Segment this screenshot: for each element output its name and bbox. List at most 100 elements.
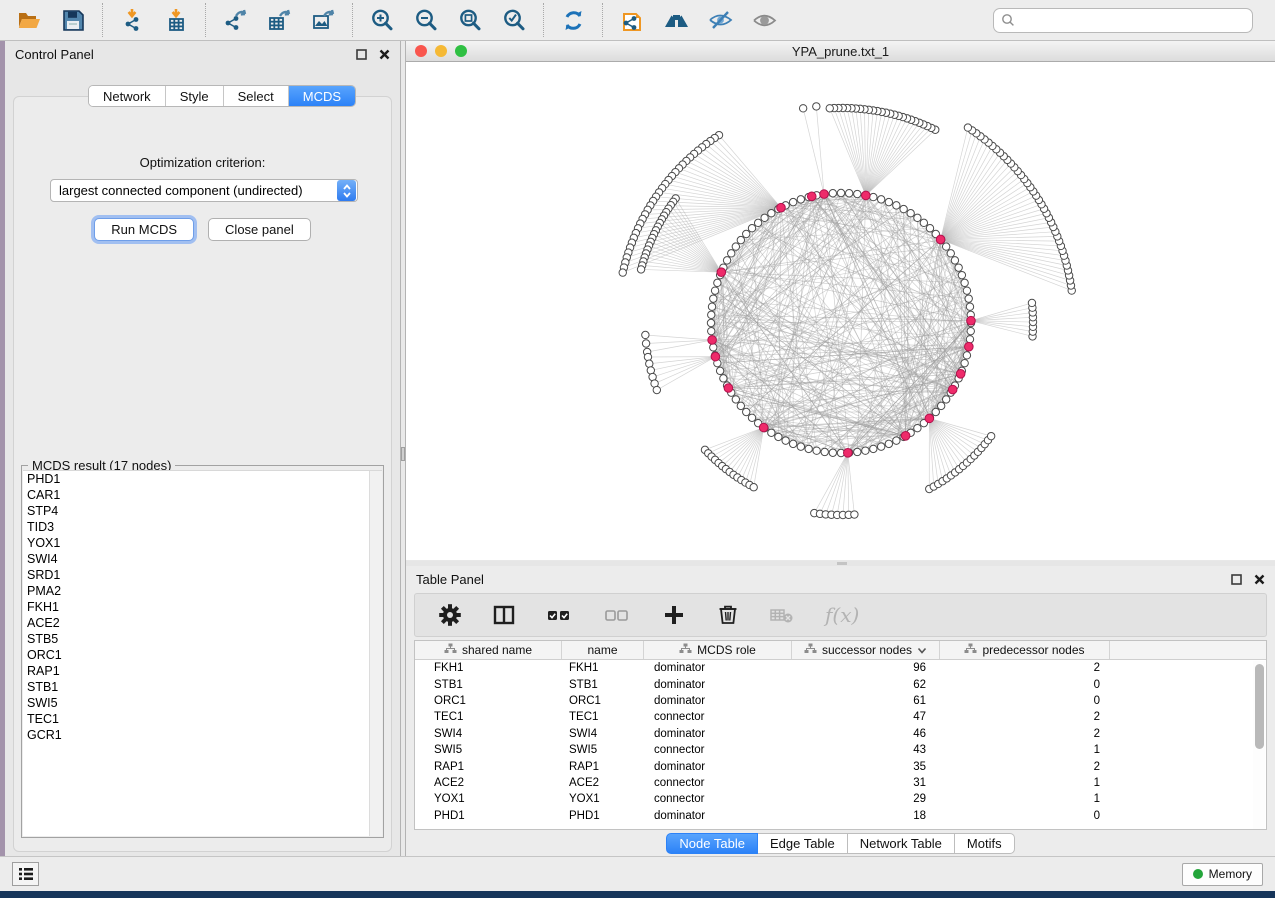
table-cell[interactable]: ORC1: [562, 695, 644, 707]
table-cell[interactable]: 0: [940, 679, 1110, 691]
tab-motifs[interactable]: Motifs: [955, 833, 1015, 854]
table-cell[interactable]: 2: [940, 662, 1110, 674]
mcds-result-item[interactable]: STB5: [23, 631, 382, 647]
network-node[interactable]: [710, 344, 717, 351]
network-node[interactable]: [1028, 299, 1035, 306]
network-node-selected[interactable]: [717, 268, 726, 277]
mcds-result-item[interactable]: YOX1: [23, 535, 382, 551]
close-window-icon[interactable]: [415, 45, 427, 57]
network-node[interactable]: [708, 311, 715, 318]
table-cell[interactable]: SWI5: [415, 744, 562, 756]
network-node[interactable]: [951, 257, 958, 264]
network-node[interactable]: [768, 210, 775, 217]
network-node[interactable]: [837, 189, 844, 196]
table-cell[interactable]: 1: [940, 793, 1110, 805]
table-cell[interactable]: RAP1: [562, 761, 644, 773]
network-node-selected[interactable]: [711, 352, 720, 361]
network-node[interactable]: [947, 250, 954, 257]
float-panel-icon[interactable]: [1231, 574, 1242, 585]
table-row[interactable]: FKH1FKH1dominator962: [415, 660, 1266, 676]
network-canvas[interactable]: [406, 62, 1275, 560]
network-node[interactable]: [799, 105, 806, 112]
column-header-successor-nodes[interactable]: successor nodes: [792, 641, 940, 659]
zoom-selected-icon[interactable]: [499, 5, 529, 35]
export-table-icon[interactable]: [264, 5, 294, 35]
maximize-window-icon[interactable]: [455, 45, 467, 57]
network-node[interactable]: [821, 448, 828, 455]
network-node[interactable]: [862, 447, 869, 454]
table-cell[interactable]: 2: [940, 711, 1110, 723]
network-node-selected[interactable]: [965, 342, 974, 351]
network-node[interactable]: [748, 414, 755, 421]
table-cell[interactable]: dominator: [644, 810, 792, 822]
delete-column-icon[interactable]: [713, 600, 743, 630]
column-header-MCDS-role[interactable]: MCDS role: [644, 641, 792, 659]
export-image-icon[interactable]: [308, 5, 338, 35]
table-cell[interactable]: 2: [940, 761, 1110, 773]
table-row[interactable]: SWI4SWI4dominator462: [415, 726, 1266, 742]
network-node[interactable]: [937, 402, 944, 409]
network-node[interactable]: [845, 190, 852, 197]
table-cell[interactable]: STB1: [562, 679, 644, 691]
table-cell[interactable]: FKH1: [562, 662, 644, 674]
table-cell[interactable]: TEC1: [415, 711, 562, 723]
table-cell[interactable]: 1: [940, 744, 1110, 756]
import-network-icon[interactable]: [117, 5, 147, 35]
table-cell[interactable]: SWI5: [562, 744, 644, 756]
minimize-window-icon[interactable]: [435, 45, 447, 57]
mcds-result-list[interactable]: PHD1CAR1STP4TID3YOX1SWI4SRD1PMA2FKH1ACE2…: [23, 470, 382, 836]
network-node[interactable]: [955, 264, 962, 271]
network-node[interactable]: [642, 340, 649, 347]
tab-node-table[interactable]: Node Table: [666, 833, 758, 854]
network-node[interactable]: [961, 359, 968, 366]
network-node[interactable]: [900, 205, 907, 212]
column-header-shared-name[interactable]: shared name: [415, 641, 562, 659]
network-node[interactable]: [737, 236, 744, 243]
network-node[interactable]: [720, 375, 727, 382]
network-node[interactable]: [813, 103, 820, 110]
network-node[interactable]: [743, 408, 750, 415]
network-node-selected[interactable]: [759, 423, 768, 432]
search-input[interactable]: [1016, 10, 1252, 30]
table-cell[interactable]: connector: [644, 793, 792, 805]
tab-network[interactable]: Network: [89, 86, 166, 106]
table-settings-icon[interactable]: [435, 600, 465, 630]
mcds-result-item[interactable]: STB1: [23, 679, 382, 695]
network-node[interactable]: [829, 449, 836, 456]
network-node[interactable]: [750, 484, 757, 491]
table-scrollbar[interactable]: [1253, 661, 1265, 829]
mcds-result-item[interactable]: TID3: [23, 519, 382, 535]
table-row[interactable]: ORC1ORC1dominator610: [415, 693, 1266, 709]
task-history-button[interactable]: [12, 862, 39, 886]
network-node[interactable]: [743, 230, 750, 237]
export-network-icon[interactable]: [220, 5, 250, 35]
network-node[interactable]: [987, 432, 994, 439]
table-cell[interactable]: ACE2: [562, 777, 644, 789]
network-node[interactable]: [789, 440, 796, 447]
network-node-selected[interactable]: [967, 316, 976, 325]
table-cell[interactable]: RAP1: [415, 761, 562, 773]
network-node[interactable]: [926, 225, 933, 232]
table-cell[interactable]: YOX1: [562, 793, 644, 805]
network-node-selected[interactable]: [948, 385, 957, 394]
tab-select[interactable]: Select: [224, 86, 289, 106]
network-node[interactable]: [829, 190, 836, 197]
network-node-selected[interactable]: [844, 449, 853, 458]
table-cell[interactable]: 47: [792, 711, 940, 723]
close-panel-icon[interactable]: [1254, 574, 1265, 585]
network-node[interactable]: [870, 445, 877, 452]
tab-edge-table[interactable]: Edge Table: [758, 833, 848, 854]
network-node[interactable]: [963, 287, 970, 294]
table-cell[interactable]: 0: [940, 695, 1110, 707]
table-row[interactable]: RAP1RAP1dominator352: [415, 758, 1266, 774]
table-cell[interactable]: connector: [644, 777, 792, 789]
hide-details-icon[interactable]: [705, 5, 735, 35]
network-node[interactable]: [854, 448, 861, 455]
mcds-result-item[interactable]: ACE2: [23, 615, 382, 631]
open-file-icon[interactable]: [14, 5, 44, 35]
network-node[interactable]: [870, 193, 877, 200]
table-cell[interactable]: STB1: [415, 679, 562, 691]
network-node[interactable]: [958, 271, 965, 278]
network-node-selected[interactable]: [708, 336, 717, 345]
network-node-selected[interactable]: [724, 384, 733, 393]
